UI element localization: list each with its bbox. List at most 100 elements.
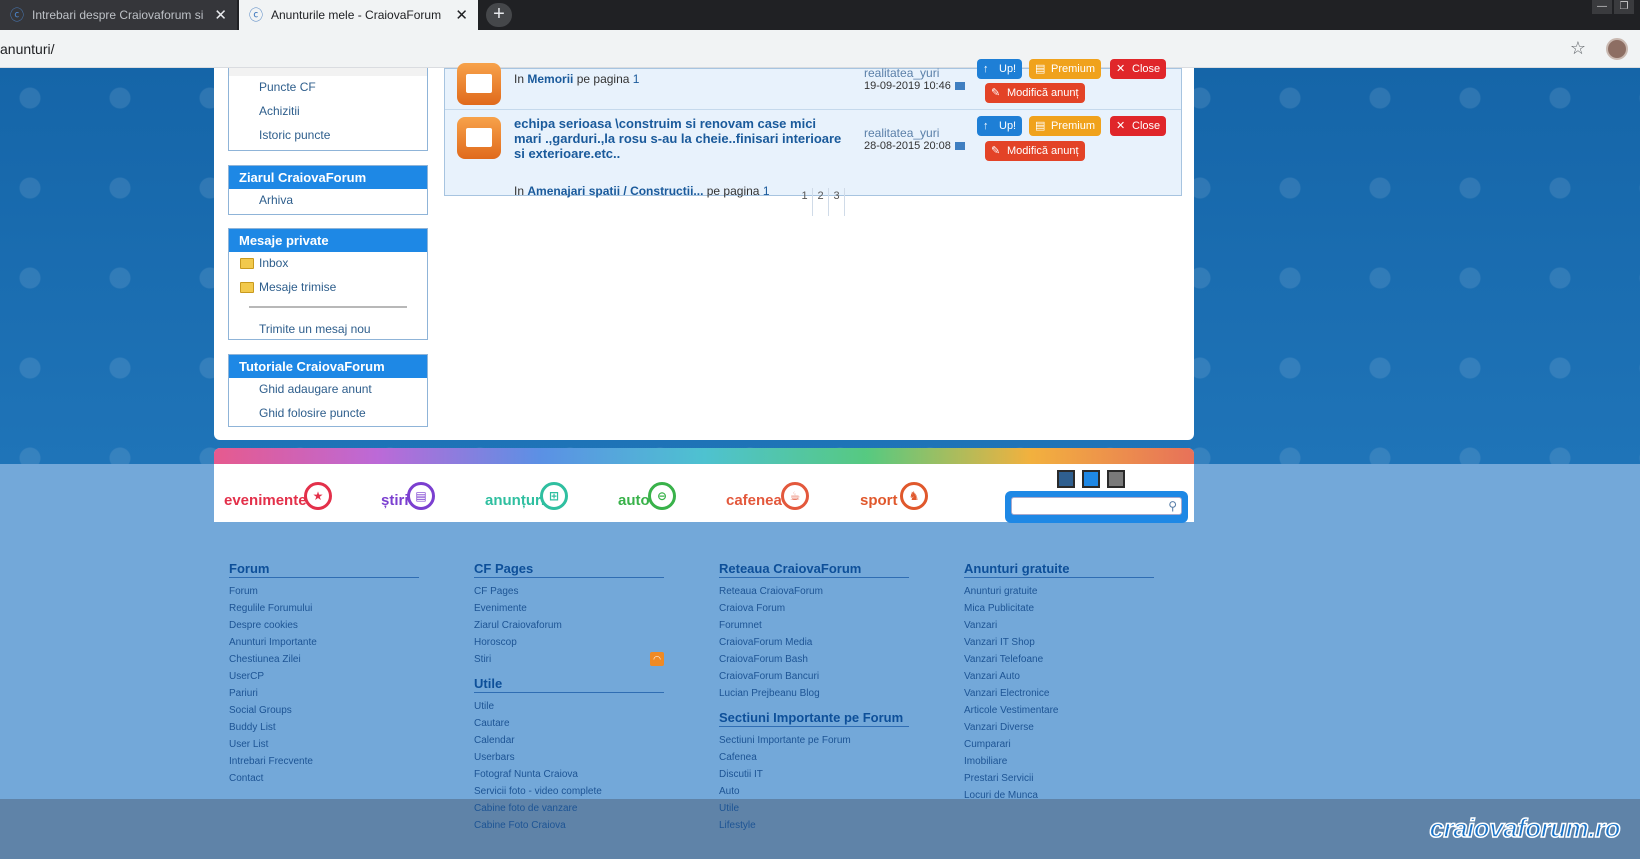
footer-link[interactable]: Vanzari Diverse bbox=[964, 719, 1154, 736]
footer-link[interactable]: Cautare bbox=[474, 715, 664, 732]
category-auto[interactable]: auto ⊖ bbox=[618, 472, 678, 516]
close-button[interactable]: ✕ Close bbox=[1110, 116, 1167, 136]
footer-link[interactable]: Stiri bbox=[474, 651, 664, 668]
sidebar-item-mesaje-trimise[interactable]: Mesaje trimise bbox=[229, 276, 427, 300]
section-link[interactable]: Amenajari spatii / Constructii... bbox=[527, 184, 703, 198]
close-tab-icon[interactable]: ✕ bbox=[455, 6, 468, 24]
footer-link[interactable]: Utile bbox=[719, 800, 909, 817]
footer-link[interactable]: Sectiuni Importante pe Forum bbox=[719, 732, 909, 749]
close-tab-icon[interactable]: ✕ bbox=[214, 6, 227, 24]
premium-button[interactable]: ▤ Premium bbox=[1029, 59, 1102, 79]
modify-button[interactable]: ✎ Modifică anunț bbox=[985, 83, 1085, 103]
tab-intrebari[interactable]: ⓒ Intrebari despre Craiovaforum si ✕ bbox=[0, 0, 238, 30]
sidebar-item-inbox[interactable]: Inbox bbox=[229, 252, 427, 276]
modify-button[interactable]: ✎ Modifică anunț bbox=[985, 141, 1085, 161]
page-3-link[interactable]: 3 bbox=[829, 188, 845, 216]
category-sport[interactable]: sport ♞ bbox=[860, 472, 940, 516]
up-button[interactable]: ↑ Up! bbox=[977, 59, 1023, 79]
theme-dark-button[interactable] bbox=[1057, 470, 1075, 488]
footer-link[interactable]: Articole Vestimentare bbox=[964, 702, 1154, 719]
footer-link[interactable]: CraiovaForum Bash bbox=[719, 651, 909, 668]
sidebar-item-achizitii[interactable]: Achizitii bbox=[229, 100, 427, 124]
sidebar-item-puncte-cf[interactable]: Puncte CF bbox=[229, 76, 427, 100]
footer-link[interactable]: Lucian Prejbeanu Blog bbox=[719, 685, 909, 702]
theme-blue-button[interactable] bbox=[1082, 470, 1100, 488]
sidebar-item-arhiva[interactable]: Arhiva bbox=[229, 189, 427, 213]
profile-avatar[interactable] bbox=[1606, 38, 1628, 60]
footer-link[interactable]: Lifestyle bbox=[719, 817, 909, 834]
tab-anunturile-mele[interactable]: ⓒ Anunturile mele - CraiovaForum ✕ bbox=[239, 0, 478, 30]
footer-link[interactable]: UserCP bbox=[229, 668, 419, 685]
footer-link[interactable]: Utile bbox=[474, 698, 664, 715]
footer-link[interactable]: Regulile Forumului bbox=[229, 600, 419, 617]
footer-link[interactable]: Discutii IT bbox=[719, 766, 909, 783]
footer-link[interactable]: Contact bbox=[229, 770, 419, 787]
footer-link[interactable]: Anunturi Importante bbox=[229, 634, 419, 651]
listing-title[interactable]: echipa serioasa \construim si renovam ca… bbox=[514, 116, 844, 161]
footer-link[interactable]: Locuri de Munca bbox=[964, 787, 1154, 804]
footer-link[interactable]: Calendar bbox=[474, 732, 664, 749]
close-button[interactable]: ✕ Close bbox=[1110, 59, 1167, 79]
footer-link[interactable]: Auto bbox=[719, 783, 909, 800]
footer-link[interactable]: User List bbox=[229, 736, 419, 753]
author-link[interactable]: realitatea_yuri bbox=[864, 126, 939, 140]
footer-link[interactable]: CF Pages bbox=[474, 583, 664, 600]
footer-link[interactable]: Anunturi gratuite bbox=[964, 583, 1154, 600]
page-link[interactable]: 1 bbox=[763, 184, 770, 198]
footer-link[interactable]: Cumparari bbox=[964, 736, 1154, 753]
up-button[interactable]: ↑ Up! bbox=[977, 116, 1023, 136]
search-icon[interactable]: ⚲ bbox=[1168, 499, 1177, 513]
footer-link[interactable]: Forumnet bbox=[719, 617, 909, 634]
footer-link[interactable]: Buddy List bbox=[229, 719, 419, 736]
premium-button[interactable]: ▤ Premium bbox=[1029, 116, 1102, 136]
goto-icon[interactable] bbox=[954, 82, 965, 91]
new-tab-button[interactable]: + bbox=[486, 3, 512, 27]
category-stiri[interactable]: știri ▤ bbox=[381, 472, 441, 516]
footer-link[interactable]: Prestari Servicii bbox=[964, 770, 1154, 787]
footer-link[interactable]: Intrebari Frecvente bbox=[229, 753, 419, 770]
sidebar-item-istoric-puncte[interactable]: Istoric puncte bbox=[229, 124, 427, 148]
page-2-link[interactable]: 2 bbox=[813, 188, 829, 216]
footer-link[interactable]: Craiova Forum bbox=[719, 600, 909, 617]
footer-link[interactable]: Evenimente bbox=[474, 600, 664, 617]
footer-link[interactable]: Despre cookies bbox=[229, 617, 419, 634]
footer-link[interactable]: Vanzari IT Shop bbox=[964, 634, 1154, 651]
category-evenimente[interactable]: evenimente ★ bbox=[224, 472, 334, 516]
footer-link[interactable]: Mica Publicitate bbox=[964, 600, 1154, 617]
footer-link[interactable]: Horoscop bbox=[474, 634, 664, 651]
category-anunturi[interactable]: anunțuri ⊞ bbox=[485, 472, 575, 516]
footer-link[interactable]: Pariuri bbox=[229, 685, 419, 702]
footer-link[interactable]: Fotograf Nunta Craiova bbox=[474, 766, 664, 783]
footer-link[interactable]: CraiovaForum Bancuri bbox=[719, 668, 909, 685]
sidebar-item-ghid-anunt[interactable]: Ghid adaugare anunt bbox=[229, 378, 427, 402]
url-field[interactable]: anunturi/ bbox=[0, 41, 54, 57]
footer-link[interactable]: Chestiunea Zilei bbox=[229, 651, 419, 668]
footer-link[interactable]: Vanzari Telefoane bbox=[964, 651, 1154, 668]
footer-link[interactable]: Servicii foto - video complete bbox=[474, 783, 664, 800]
footer-link[interactable]: Cabine Foto Craiova bbox=[474, 817, 664, 834]
page-link[interactable]: 1 bbox=[633, 72, 640, 86]
bookmark-star-icon[interactable]: ☆ bbox=[1570, 38, 1586, 59]
search-input[interactable]: ⚲ bbox=[1011, 497, 1182, 515]
footer-link[interactable]: Imobiliare bbox=[964, 753, 1154, 770]
footer-link[interactable]: Forum bbox=[229, 583, 419, 600]
category-cafenea[interactable]: cafenea ☕ bbox=[726, 472, 816, 516]
page-1-link[interactable]: 1 bbox=[797, 188, 813, 216]
footer-link[interactable]: Social Groups bbox=[229, 702, 419, 719]
author-link[interactable]: realitatea_yuri bbox=[864, 66, 939, 80]
footer-link[interactable]: Vanzari Auto bbox=[964, 668, 1154, 685]
footer-link[interactable]: Cafenea bbox=[719, 749, 909, 766]
rss-icon[interactable]: ◠ bbox=[650, 652, 664, 666]
sidebar-item-compose[interactable]: Trimite un mesaj nou bbox=[229, 318, 427, 342]
footer-link[interactable]: Vanzari bbox=[964, 617, 1154, 634]
footer-link[interactable]: CraiovaForum Media bbox=[719, 634, 909, 651]
section-link[interactable]: Memorii bbox=[527, 72, 573, 86]
minimize-button[interactable]: — bbox=[1592, 0, 1612, 14]
footer-link[interactable]: Cabine foto de vanzare bbox=[474, 800, 664, 817]
sidebar-item-ghid-puncte[interactable]: Ghid folosire puncte bbox=[229, 402, 427, 426]
theme-grey-button[interactable] bbox=[1107, 470, 1125, 488]
footer-link[interactable]: Vanzari Electronice bbox=[964, 685, 1154, 702]
footer-link[interactable]: Userbars bbox=[474, 749, 664, 766]
goto-icon[interactable] bbox=[954, 142, 965, 151]
footer-link[interactable]: Reteaua CraiovaForum bbox=[719, 583, 909, 600]
